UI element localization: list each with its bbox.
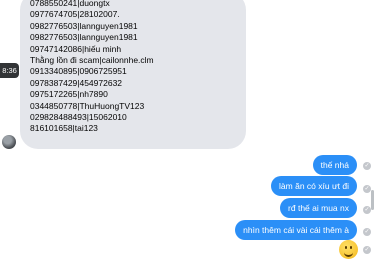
chat-thread: 0788550241|duongtx 0977674705|28102007. … [0, 0, 374, 259]
seen-check-icon: ✓ [363, 185, 371, 193]
outgoing-message-bubble[interactable]: nhìn thêm cái vài cái thêm à [235, 220, 357, 240]
outgoing-message-bubble[interactable]: rđ thế ai mua nx [280, 198, 357, 218]
smiling-face-emoji[interactable] [339, 240, 358, 259]
message-line: 0913340895|0906725951 [30, 66, 127, 77]
message-line: 0344850778|ThuHuongTV123 [30, 100, 145, 111]
message-line: 0978387429|454972632 [30, 77, 123, 88]
seen-check-icon: ✓ [363, 246, 371, 254]
message-line: Thằng lồn đi scam|cailonnhe.clm [30, 55, 154, 66]
outgoing-message-bubble[interactable]: làm ăn có xíu ưt đi [271, 176, 357, 196]
emoji-eye [350, 246, 352, 249]
message-line: 0975172265|nh7890 [30, 89, 108, 100]
message-line: 0982776503|lannguyen1981 [30, 32, 138, 43]
timestamp-tooltip: 8:36 [0, 63, 19, 78]
message-line: 09747142086|hiếu minh [30, 43, 122, 54]
message-line: 0788550241|duongtx [30, 0, 110, 8]
message-line: 029828488493|15062010 [30, 112, 127, 123]
seen-check-icon: ✓ [363, 162, 371, 170]
seen-check-icon: ✓ [363, 206, 371, 214]
emoji-eye [345, 246, 347, 249]
incoming-message-text: 0788550241|duongtx 0977674705|28102007. … [30, 0, 154, 135]
message-line: 816101658|tai123 [30, 123, 98, 134]
message-line: 0977674705|28102007. [30, 9, 120, 20]
message-line: 0982776503|lannguyen1981 [30, 20, 138, 31]
emoji-mouth [344, 251, 353, 257]
seen-check-icon: ✓ [363, 228, 371, 236]
sender-avatar[interactable] [2, 135, 16, 149]
outgoing-message-bubble[interactable]: thế nhá [312, 155, 357, 175]
